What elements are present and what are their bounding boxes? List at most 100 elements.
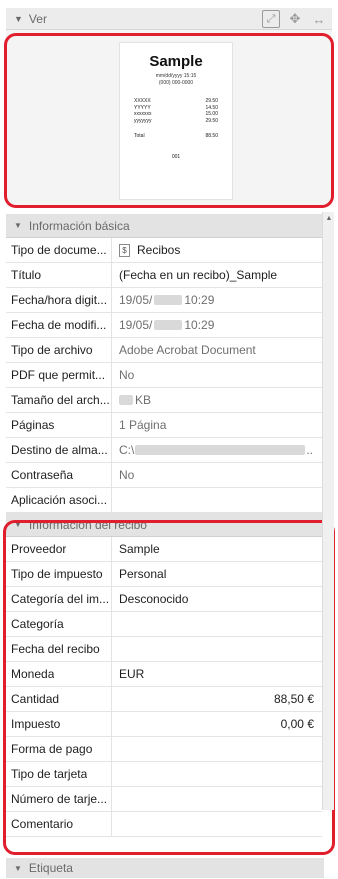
receipt-total: Total 88.50 <box>134 133 218 139</box>
triangle-down-icon[interactable]: ▼ <box>14 520 22 529</box>
row-label: Fecha de modifi... <box>6 313 112 337</box>
row-document-type[interactable]: Tipo de docume... $ Recibos <box>6 238 322 263</box>
row-label: Forma de pago <box>6 737 112 761</box>
row-label: Comentario <box>6 812 112 836</box>
row-tax[interactable]: Impuesto 0,00 € <box>6 712 322 737</box>
row-value: No <box>119 368 135 382</box>
row-label: Título <box>6 263 112 287</box>
redacted-block <box>135 445 306 455</box>
tax-field[interactable]: 0,00 € <box>112 712 322 736</box>
receipt-title: Sample <box>149 53 203 70</box>
row-tax-category[interactable]: Categoría del im... Desconocido <box>6 587 322 612</box>
ver-header[interactable]: ▼ Ver ⤢ ✥ ↔ <box>6 8 332 30</box>
vertical-scrollbar[interactable]: ▲ <box>322 212 334 810</box>
row-label: Fecha del recibo <box>6 637 112 661</box>
row-label: Tipo de docume... <box>6 238 112 262</box>
currency-field[interactable]: EUR <box>112 662 322 686</box>
redacted-block <box>119 395 133 405</box>
row-title[interactable]: Título (Fecha en un recibo)_Sample <box>6 263 322 288</box>
document-icon: $ <box>119 243 130 257</box>
comment-field[interactable] <box>112 812 322 836</box>
row-card-number[interactable]: Número de tarje... <box>6 787 322 812</box>
scroll-up-icon[interactable]: ▲ <box>323 212 335 224</box>
row-modified-date[interactable]: Fecha de modifi... 19/05/ 10:29 <box>6 313 322 338</box>
row-value: KB <box>112 388 322 412</box>
receipt-items: XXXXX 29.50 YYYYY 14.50 xxxxxxx 15.00 yyyyy… <box>134 98 218 140</box>
zoom-icon[interactable]: ⤢ <box>262 10 280 28</box>
row-vendor[interactable]: Proveedor Sample <box>6 537 322 562</box>
row-value <box>112 488 322 512</box>
tax-category-field[interactable]: Desconocido <box>112 587 322 611</box>
row-label: Impuesto <box>6 712 112 736</box>
row-label: Número de tarje... <box>6 787 112 811</box>
row-value[interactable]: (Fecha en un recibo)_Sample <box>112 263 322 287</box>
section-title: Información del recibo <box>28 517 147 532</box>
row-label: Proveedor <box>6 537 112 561</box>
row-label: Categoría <box>6 612 112 636</box>
row-pages[interactable]: Páginas 1 Página <box>6 413 322 438</box>
receipt-item: yyyyyyy 29.50 <box>134 117 218 124</box>
row-value: No <box>119 468 135 482</box>
row-value: 19/05/ 10:29 <box>119 318 215 332</box>
section-title: Información básica <box>28 218 130 233</box>
row-label: Tipo de archivo <box>6 338 112 362</box>
row-label: Moneda <box>6 662 112 686</box>
section-tags[interactable]: ▼ Etiqueta <box>6 858 324 878</box>
row-label: Categoría del im... <box>6 587 112 611</box>
row-currency[interactable]: Moneda EUR <box>6 662 322 687</box>
payment-method-field[interactable] <box>112 737 322 761</box>
row-password[interactable]: Contraseña No <box>6 463 322 488</box>
row-associated-app[interactable]: Aplicación asoci... <box>6 488 322 513</box>
triangle-down-icon[interactable]: ▼ <box>14 864 22 873</box>
vendor-field[interactable]: Sample <box>112 537 322 561</box>
row-comment[interactable]: Comentario <box>6 812 322 837</box>
receipt-datetime: mm/dd/yyyy 15:15 <box>155 73 197 79</box>
document-preview[interactable]: Sample mm/dd/yyyy 15:15 (000) 000-0000 X… <box>6 30 332 206</box>
receipt-thumbnail: Sample mm/dd/yyyy 15:15 (000) 000-0000 X… <box>119 42 233 200</box>
row-value: Adobe Acrobat Document <box>119 343 256 357</box>
row-label: PDF que permit... <box>6 363 112 387</box>
row-payment-method[interactable]: Forma de pago <box>6 737 322 762</box>
preview-toolbar: ⤢ ✥ ↔ <box>262 10 328 28</box>
row-label: Contraseña <box>6 463 112 487</box>
row-storage-destination[interactable]: Destino de alma... C:\ .. <box>6 438 322 463</box>
row-tax-type[interactable]: Tipo de impuesto Personal <box>6 562 322 587</box>
row-file-size[interactable]: Tamaño del arch... KB <box>6 388 322 413</box>
row-category[interactable]: Categoría <box>6 612 322 637</box>
row-label: Tipo de tarjeta <box>6 762 112 786</box>
row-file-type[interactable]: Tipo de archivo Adobe Acrobat Document <box>6 338 322 363</box>
redacted-block <box>154 295 183 305</box>
triangle-down-icon[interactable]: ▼ <box>14 221 22 230</box>
category-field[interactable] <box>112 612 322 636</box>
row-label: Destino de alma... <box>6 438 112 462</box>
receipt-number: 001 <box>171 153 181 160</box>
row-label: Fecha/hora digit... <box>6 288 112 312</box>
section-receipt-info[interactable]: ▼ Información del recibo <box>6 513 322 537</box>
fit-width-icon[interactable]: ↔ <box>310 10 328 28</box>
row-label: Páginas <box>6 413 112 437</box>
card-number-field[interactable] <box>112 787 322 811</box>
row-value: C:\ .. <box>119 443 314 457</box>
row-value[interactable]: $ Recibos <box>112 238 322 262</box>
row-label: Aplicación asoci... <box>6 488 112 512</box>
tax-type-field[interactable]: Personal <box>112 562 322 586</box>
row-amount[interactable]: Cantidad 88,50 € <box>6 687 322 712</box>
move-icon[interactable]: ✥ <box>286 10 304 28</box>
card-type-field[interactable] <box>112 762 322 786</box>
row-receipt-date[interactable]: Fecha del recibo <box>6 637 322 662</box>
section-basic-info[interactable]: ▼ Información básica <box>6 214 322 238</box>
row-value: 19/05/ 10:29 <box>119 293 215 307</box>
row-card-type[interactable]: Tipo de tarjeta <box>6 762 322 787</box>
row-pdf-permission[interactable]: PDF que permit... No <box>6 363 322 388</box>
section-title: Etiqueta <box>28 861 73 875</box>
row-label: Cantidad <box>6 687 112 711</box>
receipt-date-field[interactable] <box>112 637 322 661</box>
row-scan-datetime[interactable]: Fecha/hora digit... 19/05/ 10:29 <box>6 288 322 313</box>
amount-field[interactable]: 88,50 € <box>112 687 322 711</box>
redacted-block <box>154 320 183 330</box>
row-label: Tamaño del arch... <box>6 388 112 412</box>
row-value: 1 Página <box>119 418 167 432</box>
receipt-phone: (000) 000-0000 <box>158 80 194 86</box>
property-grid: ▼ Información básica Tipo de docume... $… <box>6 214 322 837</box>
triangle-down-icon[interactable]: ▼ <box>14 14 23 24</box>
